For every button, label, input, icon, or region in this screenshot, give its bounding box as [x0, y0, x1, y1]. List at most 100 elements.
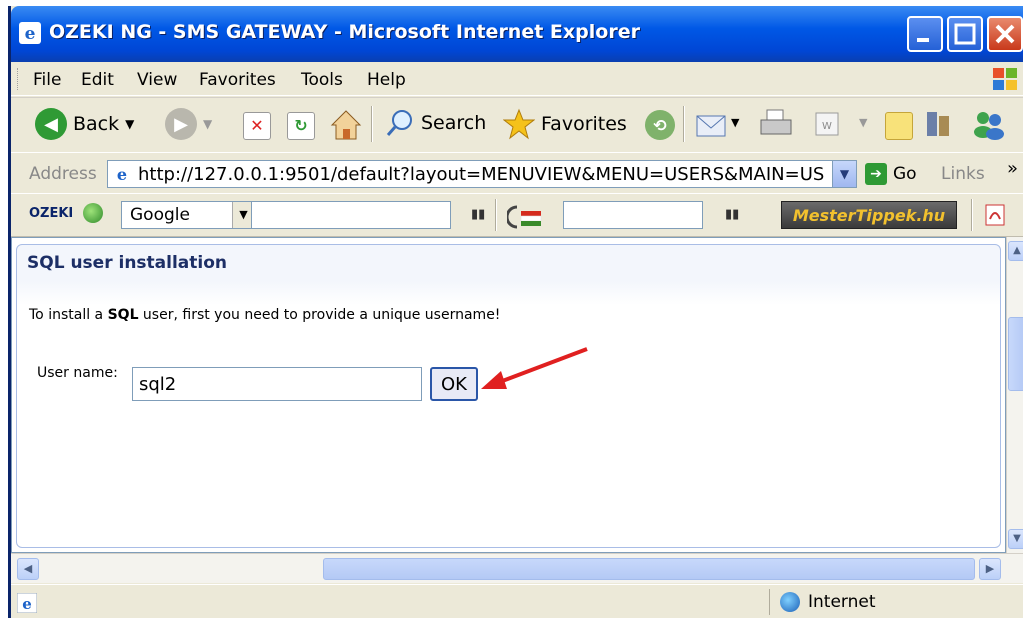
status-bar: e Internet — [11, 584, 1023, 618]
search-engine-select[interactable]: Google ▼ — [121, 201, 255, 229]
edit-dropdown-icon[interactable]: ▼ — [859, 116, 867, 129]
toolbar-separator — [683, 106, 685, 142]
toolbar-separator — [495, 199, 497, 231]
username-input[interactable] — [132, 367, 422, 401]
intro-bold: SQL — [107, 307, 139, 323]
mestertippek-badge[interactable]: MesterTippek.hu — [781, 201, 957, 229]
print-icon[interactable] — [759, 108, 793, 140]
horizontal-scroll-thumb[interactable] — [323, 558, 975, 580]
research-icon[interactable] — [923, 108, 955, 140]
google-search-input[interactable] — [251, 201, 451, 229]
search-icon — [386, 110, 412, 136]
vertical-scrollbar[interactable]: ▲ ▼ — [1006, 237, 1023, 553]
svg-text:e: e — [117, 165, 127, 184]
sql-user-panel: SQL user installation To install a SQL u… — [16, 244, 1001, 548]
edit-page-icon[interactable]: W — [813, 110, 841, 138]
mail-icon[interactable] — [695, 110, 729, 140]
security-zone[interactable]: Internet — [769, 589, 1019, 615]
back-dropdown-icon[interactable]: ▼ — [125, 117, 134, 131]
home-icon[interactable] — [329, 108, 363, 142]
search-label: Search — [421, 112, 487, 134]
history-icon[interactable]: ⟲ — [645, 110, 675, 140]
menu-favorites[interactable]: Favorites — [199, 70, 276, 90]
intro-before: To install a — [29, 307, 108, 323]
toolbar-separator — [371, 106, 373, 142]
zone-label: Internet — [808, 592, 876, 612]
ozeki-globe-icon — [83, 203, 103, 223]
vertical-scroll-thumb[interactable] — [1008, 317, 1023, 391]
intro-after: user, first you need to provide a unique… — [138, 307, 501, 323]
browser-window: e OZEKI NG - SMS GATEWAY - Microsoft Int… — [8, 6, 1023, 618]
minimize-button[interactable] — [907, 16, 943, 52]
address-label: Address — [29, 164, 97, 184]
ok-button[interactable]: OK — [430, 367, 478, 401]
svg-text:W: W — [822, 121, 832, 132]
svg-text:e: e — [25, 24, 36, 44]
forward-arrow-icon: ▶ — [165, 108, 197, 140]
menu-grip — [17, 68, 20, 90]
title-bar[interactable]: e OZEKI NG - SMS GATEWAY - Microsoft Int… — [11, 6, 1023, 62]
menu-view[interactable]: View — [137, 70, 177, 90]
svg-text:e: e — [22, 595, 32, 613]
pdf-icon[interactable] — [983, 203, 1009, 227]
username-label: User name: — [37, 365, 118, 381]
discuss-icon[interactable] — [885, 112, 913, 140]
scroll-down-icon[interactable]: ▼ — [1008, 529, 1023, 549]
close-icon — [995, 24, 1015, 44]
refresh-icon[interactable]: ↻ — [287, 112, 315, 140]
red-arrow-annotation-icon — [481, 347, 588, 389]
go-arrow-icon: ➔ — [865, 163, 887, 185]
page-icon: e — [112, 164, 132, 184]
horizontal-scrollbar[interactable]: ◀ ▶ — [11, 553, 1023, 583]
links-button[interactable]: Links — [941, 164, 985, 184]
windows-logo-icon — [993, 68, 1017, 90]
menu-tools[interactable]: Tools — [301, 70, 343, 90]
page-status-icon: e — [17, 593, 37, 613]
maximize-icon — [954, 23, 976, 45]
go-label: Go — [893, 164, 917, 184]
go-button[interactable]: ➔ Go — [865, 163, 917, 185]
menu-bar: File Edit View Favorites Tools Help — [11, 62, 1023, 96]
address-bar: Address e http://127.0.0.1:9501/default?… — [11, 154, 1023, 194]
flag-icon[interactable] — [507, 201, 543, 231]
mail-dropdown-icon[interactable]: ▼ — [731, 116, 739, 129]
page-title: SQL user installation — [27, 253, 228, 273]
scroll-up-icon[interactable]: ▲ — [1008, 241, 1023, 261]
address-url[interactable]: http://127.0.0.1:9501/default?layout=MEN… — [138, 164, 826, 185]
google-toolbar: OZEKI Google ▼ ▮▮ ▮▮ MesterTippek.hu — [11, 195, 1023, 237]
window-title: OZEKI NG - SMS GATEWAY - Microsoft Inter… — [49, 21, 640, 43]
binoculars-icon[interactable]: ▮▮ — [471, 207, 485, 222]
stop-icon[interactable]: ✕ — [243, 112, 271, 140]
address-field[interactable]: e http://127.0.0.1:9501/default?layout=M… — [107, 160, 857, 188]
toolbar-separator — [971, 199, 973, 231]
menu-file[interactable]: File — [33, 70, 61, 90]
address-dropdown-icon[interactable]: ▼ — [832, 161, 856, 187]
back-label: Back — [73, 113, 120, 135]
favorites-button[interactable]: Favorites — [503, 108, 627, 140]
search-button[interactable]: Search — [385, 108, 486, 138]
menu-help[interactable]: Help — [367, 70, 406, 90]
favorites-label: Favorites — [541, 113, 627, 135]
scroll-right-icon[interactable]: ▶ — [979, 558, 1001, 580]
intro-text: To install a SQL user, first you need to… — [29, 307, 500, 323]
menu-edit[interactable]: Edit — [81, 70, 114, 90]
close-button[interactable] — [987, 16, 1023, 52]
internet-globe-icon — [780, 592, 800, 612]
maximize-button[interactable] — [947, 16, 983, 52]
back-arrow-icon: ◀ — [35, 108, 67, 140]
messenger-icon[interactable] — [971, 108, 1007, 140]
page-viewport: SQL user installation To install a SQL u… — [11, 237, 1006, 553]
minimize-icon — [917, 38, 929, 42]
scroll-left-icon[interactable]: ◀ — [17, 558, 39, 580]
favorites-star-icon — [503, 108, 535, 140]
binoculars-icon-2[interactable]: ▮▮ — [725, 207, 739, 222]
ozeki-logo[interactable]: OZEKI — [29, 206, 73, 221]
search-engine-value: Google — [130, 205, 190, 225]
translate-input[interactable] — [563, 201, 703, 229]
forward-dropdown-icon[interactable]: ▼ — [203, 117, 212, 131]
forward-button[interactable]: ▶ ▼ — [165, 108, 212, 140]
standard-toolbar: ◀ Back ▼ ▶ ▼ ✕ ↻ Search Favorites ⟲ ▼ W … — [11, 97, 1023, 153]
links-chevron-icon[interactable]: » — [1007, 158, 1018, 179]
back-button[interactable]: ◀ Back ▼ — [35, 108, 134, 140]
ie-logo-icon: e — [19, 22, 41, 44]
